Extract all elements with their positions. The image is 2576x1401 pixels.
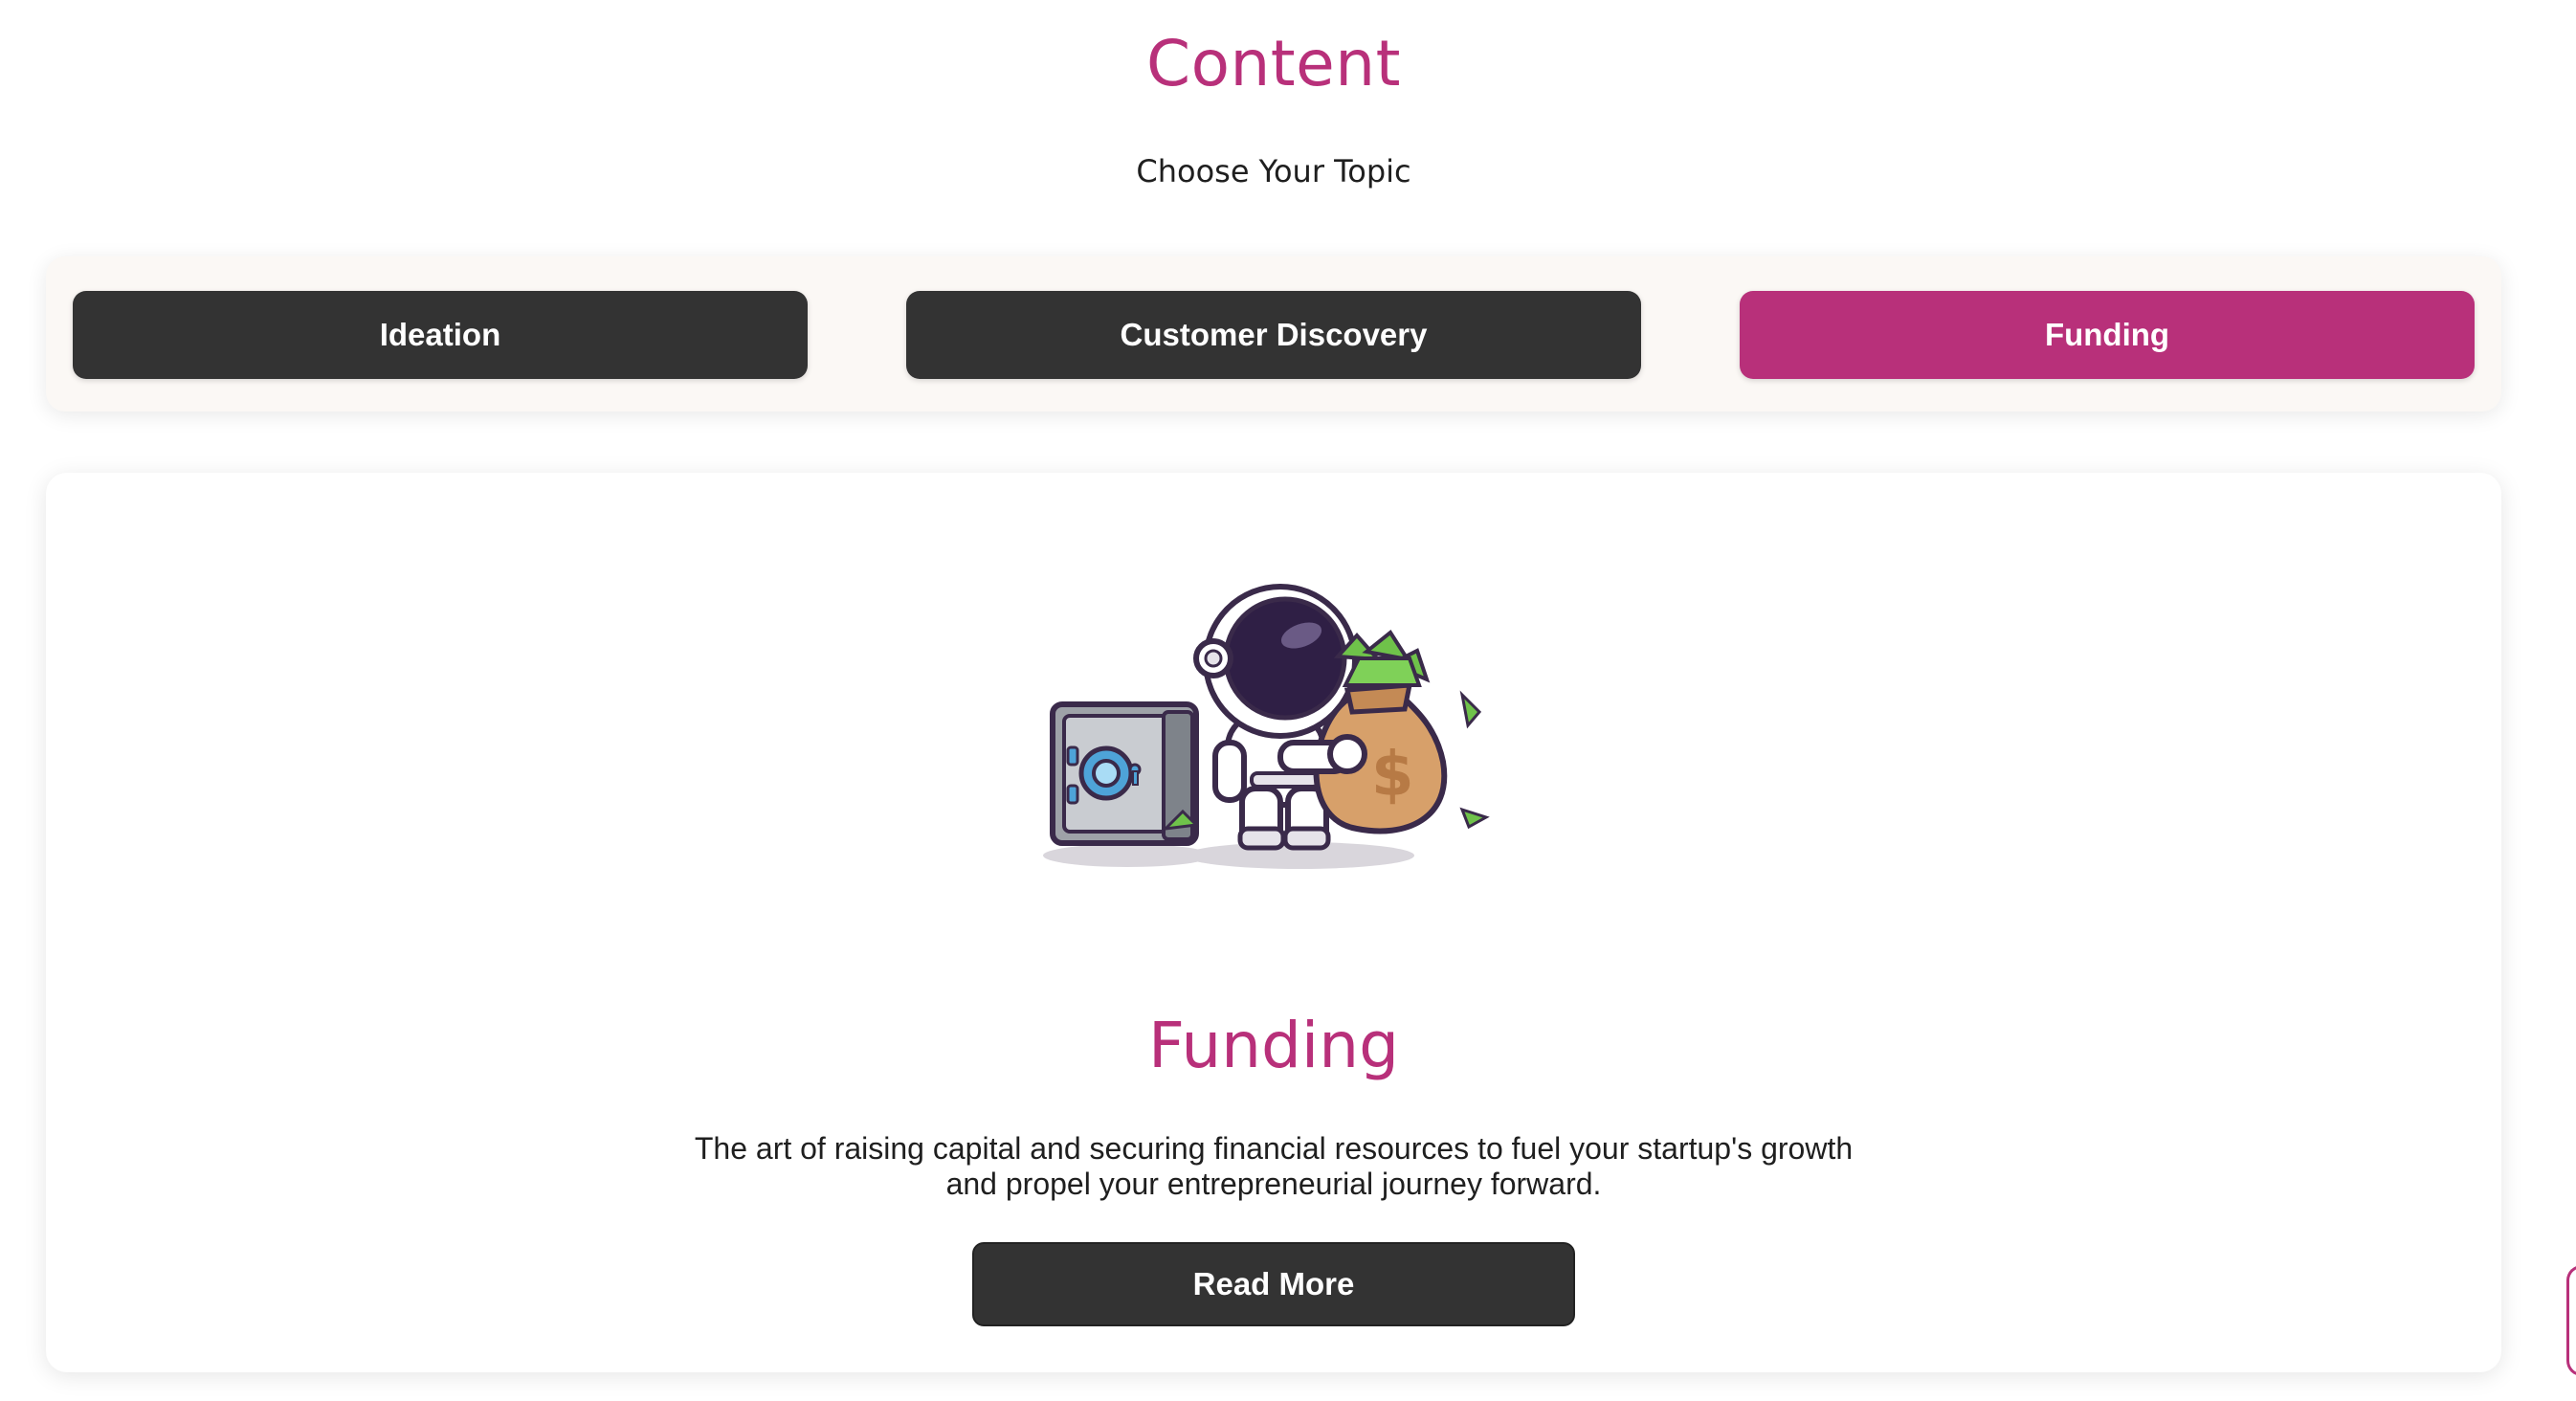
tab-customer-discovery[interactable]: Customer Discovery (906, 291, 1641, 379)
astronaut-money-illustration: $ (1043, 584, 1490, 869)
side-widget-tab[interactable] (2566, 1265, 2576, 1376)
topic-tab-bar: Ideation Customer Discovery Funding (46, 256, 2501, 411)
read-more-button[interactable]: Read More (972, 1242, 1575, 1326)
page-subtitle: Choose Your Topic (1136, 153, 1411, 189)
card-title: Funding (1148, 1009, 1399, 1082)
page-title: Content (1146, 27, 1401, 100)
svg-text:$: $ (1371, 740, 1414, 811)
card-description: The art of raising capital and securing … (694, 1131, 1854, 1201)
safe-icon (1050, 701, 1200, 846)
tab-funding[interactable]: Funding (1740, 291, 2475, 379)
tab-ideation[interactable]: Ideation (73, 291, 808, 379)
topic-card: $ Funding The art of raising capital and… (46, 473, 2501, 1372)
